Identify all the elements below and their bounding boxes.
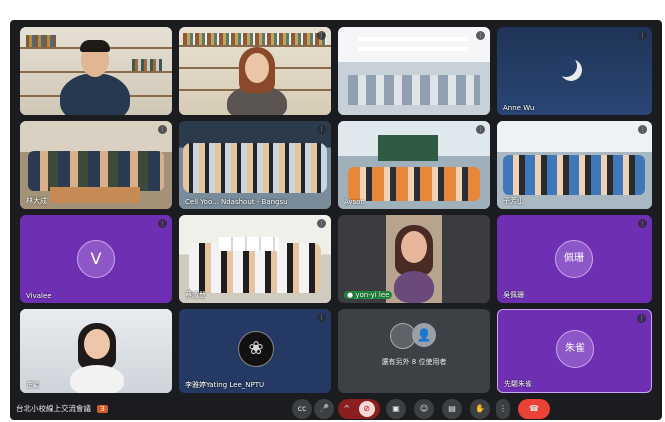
participant-tile[interactable]: ● yon-yi lee <box>338 215 490 303</box>
participant-avatar: 朱雀 <box>556 330 594 368</box>
captions-icon: cc <box>297 404 307 413</box>
raise-hand-button[interactable]: ✋ <box>470 399 490 419</box>
participant-tile[interactable] <box>20 27 172 115</box>
participant-name: Anne Wu <box>503 104 535 112</box>
participant-avatar: 佩珊 <box>555 240 593 278</box>
participant-avatar: ❀ <box>238 331 274 367</box>
leave-call-button[interactable]: ☎ <box>518 399 550 419</box>
books <box>26 35 56 47</box>
others-tile[interactable]: 👤 還有另外 8 位使用者 <box>338 309 490 393</box>
hair <box>80 40 110 52</box>
participant-name: Ayson <box>344 198 365 206</box>
participant-tile[interactable]: ⋮ Anne Wu <box>497 27 652 115</box>
participant-tile[interactable]: ⋮ <box>338 27 490 115</box>
hand-icon: ✋ <box>475 404 485 413</box>
participant-name: 子芳山 <box>503 197 524 205</box>
classroom-lights <box>358 37 468 41</box>
captions-button[interactable]: cc <box>292 399 312 419</box>
participant-tile[interactable]: ⋮ 林大成 <box>20 121 172 209</box>
mic-icon: 🎤 <box>319 404 329 413</box>
signs <box>219 237 279 251</box>
participant-face <box>245 53 269 83</box>
participant-face <box>84 329 110 359</box>
chevron-up-icon[interactable]: ^ <box>343 404 350 413</box>
participant-figure <box>394 271 434 303</box>
participant-name: 李雅婷Yating Lee_NPTU <box>185 381 265 389</box>
more-options-button[interactable]: ⋮ <box>496 399 510 419</box>
pin-icon[interactable]: ⋮ <box>158 219 167 228</box>
participant-face <box>401 231 427 263</box>
leave-call-icon: ☎ <box>529 404 539 413</box>
participant-tile[interactable]: ⋮ <box>179 27 331 115</box>
participant-name: 蔡淑慧 <box>185 291 206 299</box>
participant-name: Vivalee <box>26 292 52 300</box>
pin-icon[interactable]: ⋮ <box>637 314 646 323</box>
pin-icon[interactable]: ⋮ <box>317 219 326 228</box>
participant-tile[interactable]: 芷穎 <box>20 309 172 393</box>
participant-name: 林大成 <box>26 197 47 205</box>
others-count-text: 還有另外 8 位使用者 <box>381 358 447 366</box>
rose-icon: ❀ <box>248 338 264 359</box>
pin-icon[interactable]: ⋮ <box>158 125 167 134</box>
students-group <box>503 155 645 195</box>
participant-name: 先驅朱雀 <box>504 380 532 388</box>
participant-avatar: V <box>77 240 115 278</box>
participant-name: Cell Yoo... Ndashout - Bangsu <box>185 198 288 206</box>
participant-tile[interactable]: ⋮ 蔡淑慧 <box>179 215 331 303</box>
students-group <box>348 167 480 201</box>
books <box>132 59 162 71</box>
participant-tile[interactable]: 朱雀 ⋮ 先驅朱雀 <box>497 309 652 393</box>
avatar-initial: 朱雀 <box>565 343 585 354</box>
participant-figure <box>70 365 124 393</box>
captions-toggle-button[interactable]: ▤ <box>442 399 462 419</box>
participant-name: ● yon-yi lee <box>344 291 393 299</box>
participant-tile[interactable]: ⋮ 子芳山 <box>497 121 652 209</box>
mic-active-icon: ● <box>347 291 354 299</box>
blackboard <box>378 135 438 161</box>
mic-button[interactable]: 🎤 <box>314 399 334 419</box>
camera-toggle-group[interactable]: ^ ⊘ <box>338 399 380 419</box>
participant-name: 吳佩珊 <box>503 291 524 299</box>
present-icon: ▣ <box>392 404 400 413</box>
moon-shadow <box>555 55 577 77</box>
emoji-icon: ☺ <box>419 404 429 413</box>
pin-icon[interactable]: ⋮ <box>476 31 485 40</box>
meeting-window: ⋮ ⋮ ⋮ Anne Wu ⋮ 林大成 ⋮ Cell Yoo... Ndasho… <box>10 20 662 420</box>
pin-icon[interactable]: ⋮ <box>317 31 326 40</box>
pin-icon[interactable]: ⋮ <box>638 31 647 40</box>
participant-badge[interactable]: 3 <box>97 405 108 413</box>
books <box>183 33 327 45</box>
subtitles-icon: ▤ <box>448 404 456 413</box>
avatar-initial: V <box>90 249 102 268</box>
classroom-desks <box>348 75 480 105</box>
pin-icon[interactable]: ⋮ <box>476 125 485 134</box>
pin-icon[interactable]: ⋮ <box>638 219 647 228</box>
students-group <box>28 151 164 191</box>
avatar-initial: 佩珊 <box>564 253 584 264</box>
pin-icon[interactable]: ⋮ <box>638 125 647 134</box>
pin-icon[interactable]: ⋮ <box>317 125 326 134</box>
participant-tile[interactable]: ⋮ Cell Yoo... Ndashout - Bangsu <box>179 121 331 209</box>
participant-figure <box>60 73 130 115</box>
participant-tile[interactable]: V ⋮ Vivalee <box>20 215 172 303</box>
camera-off-icon[interactable]: ⊘ <box>358 401 375 417</box>
more-icon: ⋮ <box>499 404 507 413</box>
pin-icon[interactable]: ⋮ <box>317 313 326 322</box>
present-button[interactable]: ▣ <box>386 399 406 419</box>
participant-tile[interactable]: ❀ ⋮ 李雅婷Yating Lee_NPTU <box>179 309 331 393</box>
students-group <box>183 143 327 193</box>
meeting-title: 台北小校線上交流會議 3 <box>16 403 108 414</box>
participant-tile[interactable]: ⋮ Ayson <box>338 121 490 209</box>
default-avatar-icon: 👤 <box>412 323 436 347</box>
participant-tile[interactable]: 佩珊 ⋮ 吳佩珊 <box>497 215 652 303</box>
participant-name: 芷穎 <box>26 381 40 389</box>
table <box>50 187 140 203</box>
emoji-button[interactable]: ☺ <box>414 399 434 419</box>
